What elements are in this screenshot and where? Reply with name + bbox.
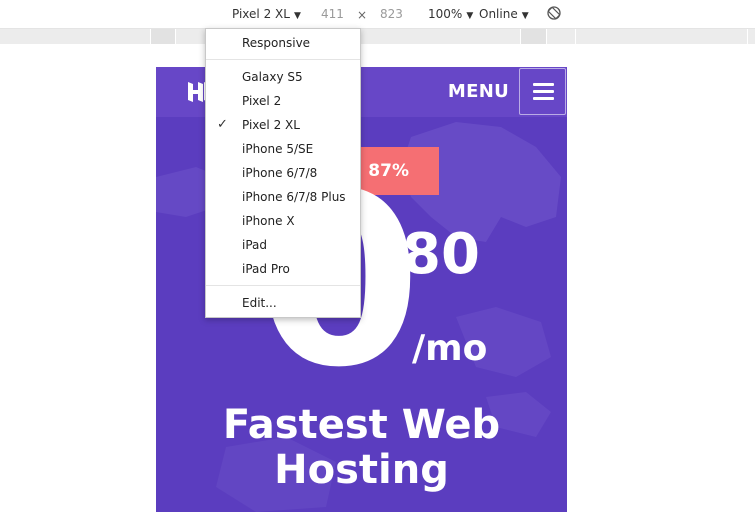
hero-title: Fastest Web Hosting bbox=[156, 403, 567, 493]
menu-divider bbox=[206, 59, 360, 60]
menu-item-ipad[interactable]: iPad bbox=[242, 237, 267, 253]
chevron-down-icon: ▼ bbox=[466, 11, 474, 21]
menu-item-iphone-5-se[interactable]: iPhone 5/SE bbox=[242, 141, 313, 157]
menu-item-responsive[interactable]: Responsive bbox=[242, 35, 310, 51]
device-select-label: Pixel 2 XL bbox=[232, 7, 290, 21]
menu-item-iphone-x[interactable]: iPhone X bbox=[242, 213, 295, 229]
menu-divider bbox=[206, 285, 360, 286]
chevron-down-icon: ▼ bbox=[521, 11, 529, 21]
media-query-ruler[interactable] bbox=[0, 29, 755, 44]
hero-title-line-1: Fastest Web bbox=[222, 402, 501, 448]
menu-item-galaxy-s5[interactable]: Galaxy S5 bbox=[242, 69, 303, 85]
checkmark-icon: ✓ bbox=[217, 117, 228, 132]
device-dropdown-menu: Responsive Galaxy S5 Pixel 2 ✓ Pixel 2 X… bbox=[205, 28, 361, 318]
price-cents: 80 bbox=[402, 222, 480, 287]
hamburger-menu-button[interactable] bbox=[519, 68, 566, 115]
device-select[interactable]: Pixel 2 XL ▼ bbox=[232, 7, 301, 23]
menu-item-ipad-pro[interactable]: iPad Pro bbox=[242, 261, 290, 277]
hero-title-line-2: Hosting bbox=[274, 447, 449, 493]
menu-item-edit[interactable]: Edit... bbox=[242, 295, 277, 311]
chevron-down-icon: ▼ bbox=[293, 11, 301, 21]
menu-item-iphone-6-7-8[interactable]: iPhone 6/7/8 bbox=[242, 165, 317, 181]
menu-item-iphone-6-7-8-plus[interactable]: iPhone 6/7/8 Plus bbox=[242, 189, 346, 205]
network-throttle-select[interactable]: Online ▼ bbox=[479, 7, 529, 23]
menu-item-pixel-2[interactable]: Pixel 2 bbox=[242, 93, 281, 109]
price-period: /mo bbox=[412, 328, 488, 369]
height-input[interactable]: 823 bbox=[380, 7, 403, 21]
dimension-separator: × bbox=[357, 8, 368, 22]
width-input[interactable]: 411 bbox=[321, 7, 344, 21]
rotate-icon[interactable] bbox=[546, 5, 562, 21]
zoom-select-label: 100% bbox=[428, 7, 463, 21]
device-toolbar: Pixel 2 XL ▼ 411 × 823 100% ▼ Online ▼ bbox=[0, 0, 755, 29]
menu-label[interactable]: MENU bbox=[448, 81, 509, 102]
menu-item-pixel-2-xl[interactable]: Pixel 2 XL bbox=[242, 117, 300, 133]
zoom-select[interactable]: 100% ▼ bbox=[428, 7, 473, 23]
hamburger-icon bbox=[533, 83, 554, 86]
network-select-label: Online bbox=[479, 7, 518, 21]
